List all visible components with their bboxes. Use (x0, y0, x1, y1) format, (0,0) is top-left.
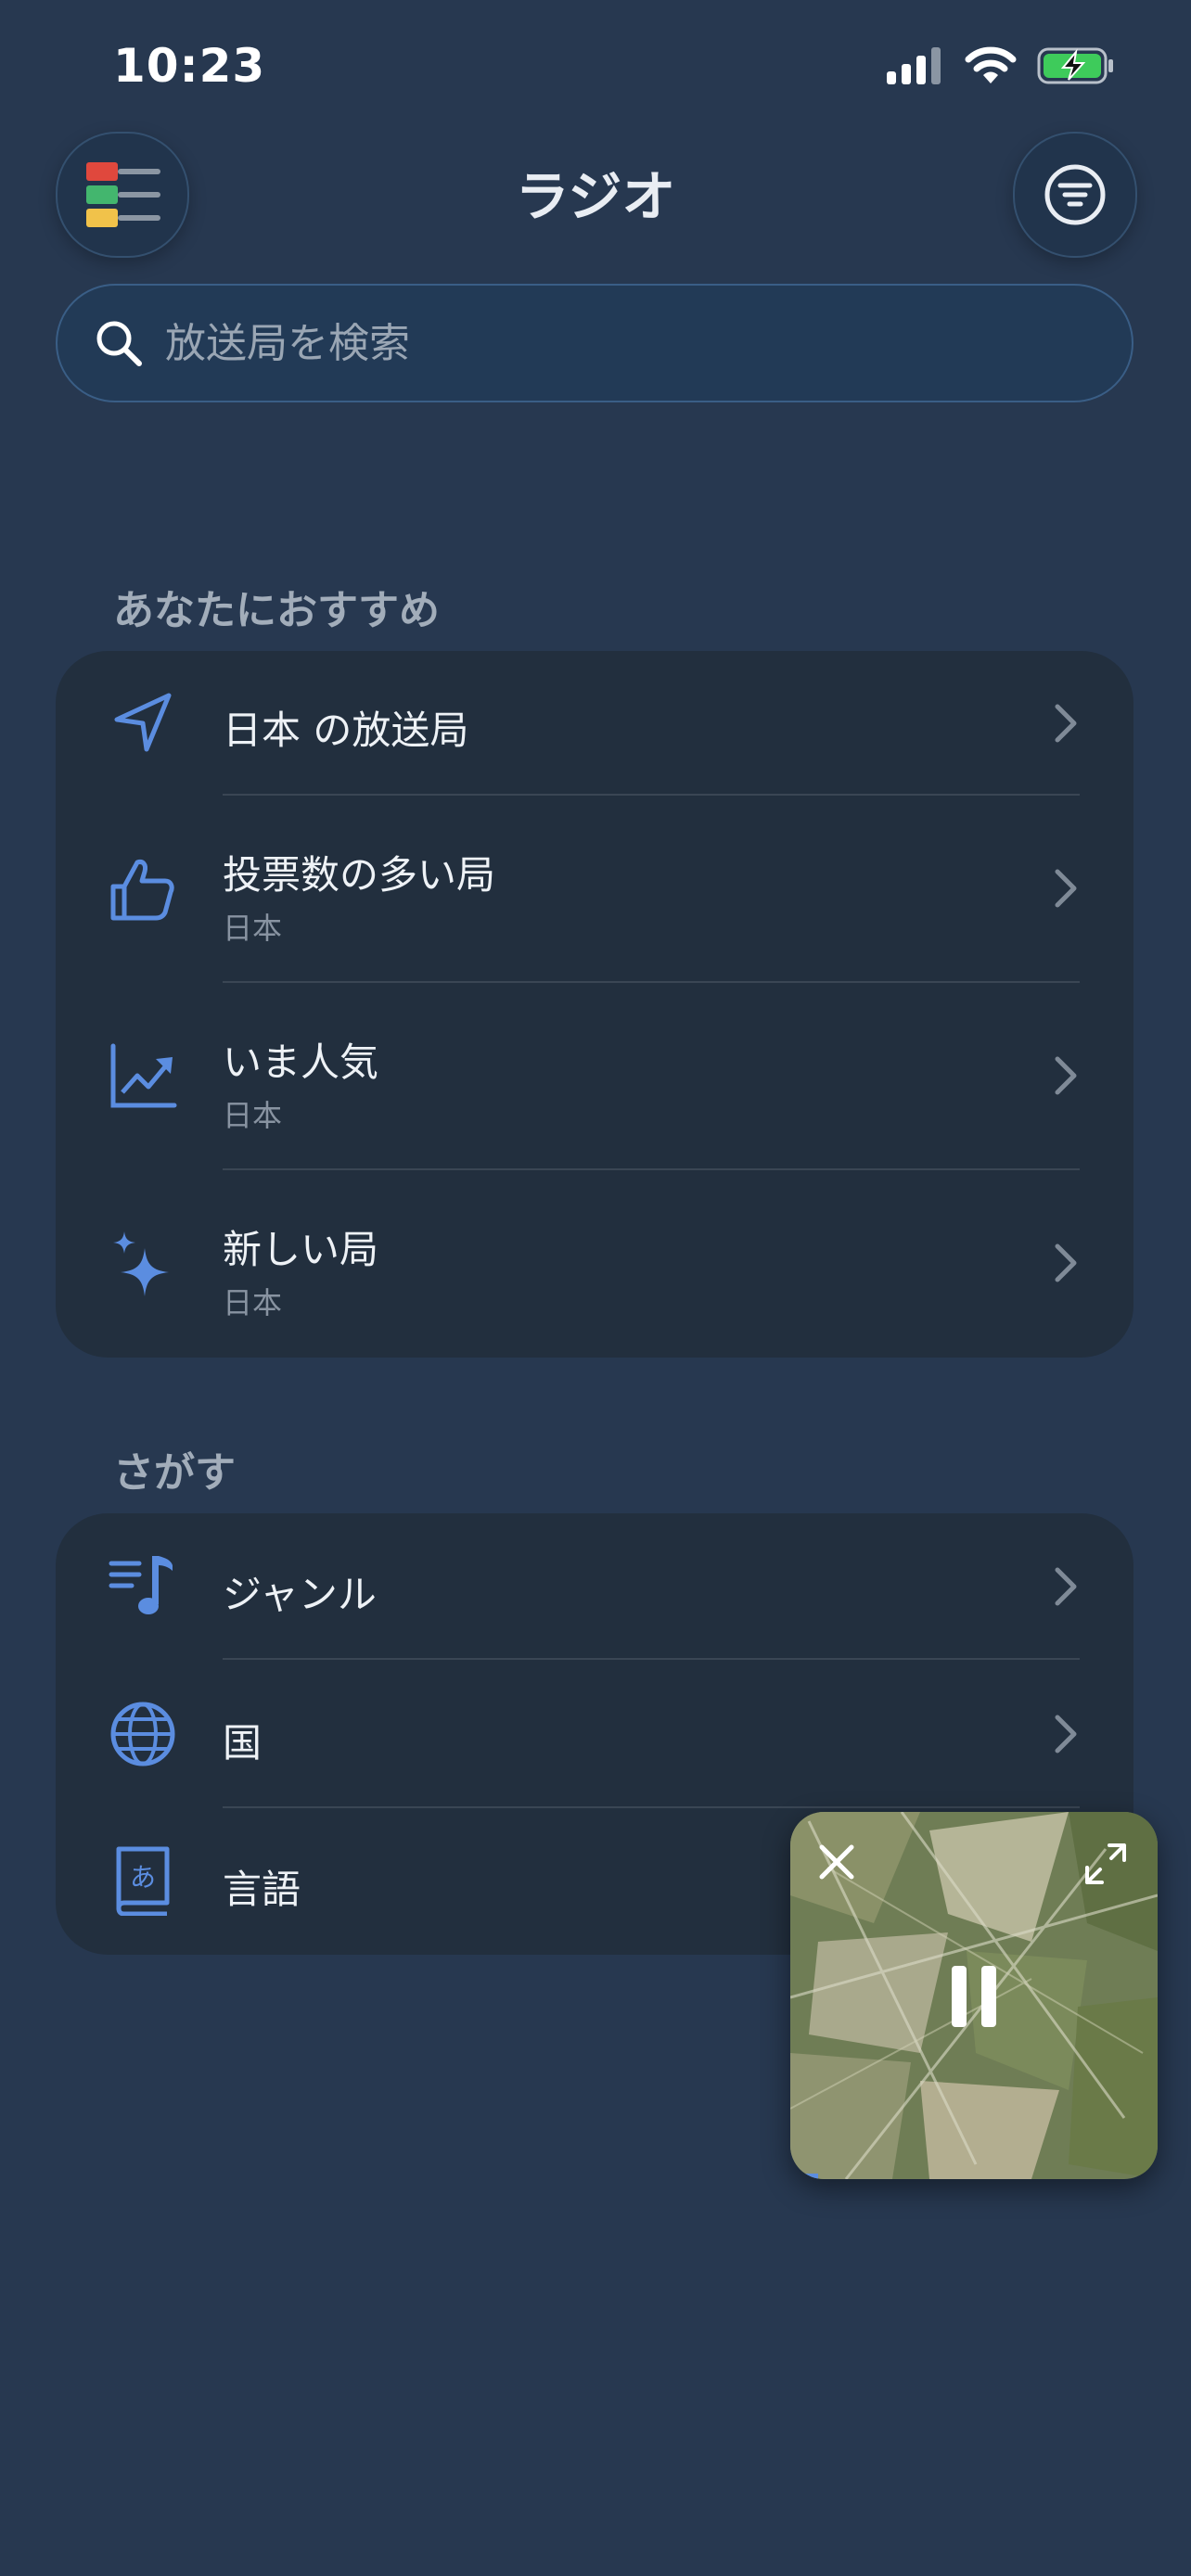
chevron-right-icon (1055, 1567, 1077, 1606)
pause-button[interactable] (950, 1966, 998, 2027)
search-bar[interactable] (56, 284, 1133, 402)
cellular-signal-icon (887, 47, 941, 84)
row-label: 投票数の多い局 (223, 852, 496, 898)
globe-icon (110, 1702, 175, 1766)
row-label: 言語 (223, 1867, 301, 1912)
row-label: ジャンル (223, 1572, 377, 1617)
row-most-voted[interactable]: 投票数の多い局 日本 (56, 796, 1133, 983)
filter-button[interactable] (1013, 132, 1137, 258)
row-label: 日本 の放送局 (223, 708, 469, 753)
wifi-icon (965, 46, 1017, 83)
expand-icon[interactable] (1083, 1842, 1128, 1886)
music-list-icon (109, 1556, 173, 1614)
status-icons (887, 46, 1115, 85)
thumbs-up-icon (110, 860, 174, 921)
row-label: 国 (223, 1720, 263, 1766)
sparkles-icon (113, 1231, 169, 1296)
row-label: いま人気 (223, 1039, 379, 1085)
row-sublabel: 日本 (223, 911, 283, 946)
status-time: 10:23 (113, 39, 266, 93)
battery-charging-icon (1037, 47, 1113, 84)
section-title-recommended: あなたにおすすめ (113, 587, 440, 634)
filter-icon (1044, 164, 1106, 225)
chevron-right-icon (1055, 1715, 1077, 1753)
trending-chart-icon (110, 1043, 177, 1108)
row-label: 新しい局 (223, 1227, 379, 1272)
row-genre[interactable]: ジャンル (56, 1513, 1133, 1660)
recommended-card: 日本 の放送局 投票数の多い局 日本 いま人気 日本 新しい局 日本 (56, 651, 1133, 1358)
search-input[interactable] (163, 318, 1095, 368)
row-sublabel: 日本 (223, 1285, 283, 1320)
close-icon[interactable] (818, 1843, 855, 1881)
mini-player[interactable] (790, 1812, 1158, 2179)
chevron-right-icon (1055, 869, 1077, 908)
row-country[interactable]: 国 (56, 1660, 1133, 1808)
row-trending[interactable]: いま人気 日本 (56, 983, 1133, 1170)
row-new-stations[interactable]: 新しい局 日本 (56, 1170, 1133, 1358)
language-book-icon: あ (116, 1846, 170, 1916)
row-sublabel: 日本 (223, 1098, 283, 1133)
location-arrow-icon (114, 693, 172, 752)
section-title-browse: さがす (113, 1449, 236, 1497)
row-local-stations[interactable]: 日本 の放送局 (56, 651, 1133, 796)
chevron-right-icon (1055, 1056, 1077, 1095)
chevron-right-icon (1055, 1243, 1077, 1282)
svg-text:あ: あ (130, 1862, 156, 1893)
chevron-right-icon (1055, 704, 1077, 743)
search-icon (96, 321, 142, 366)
